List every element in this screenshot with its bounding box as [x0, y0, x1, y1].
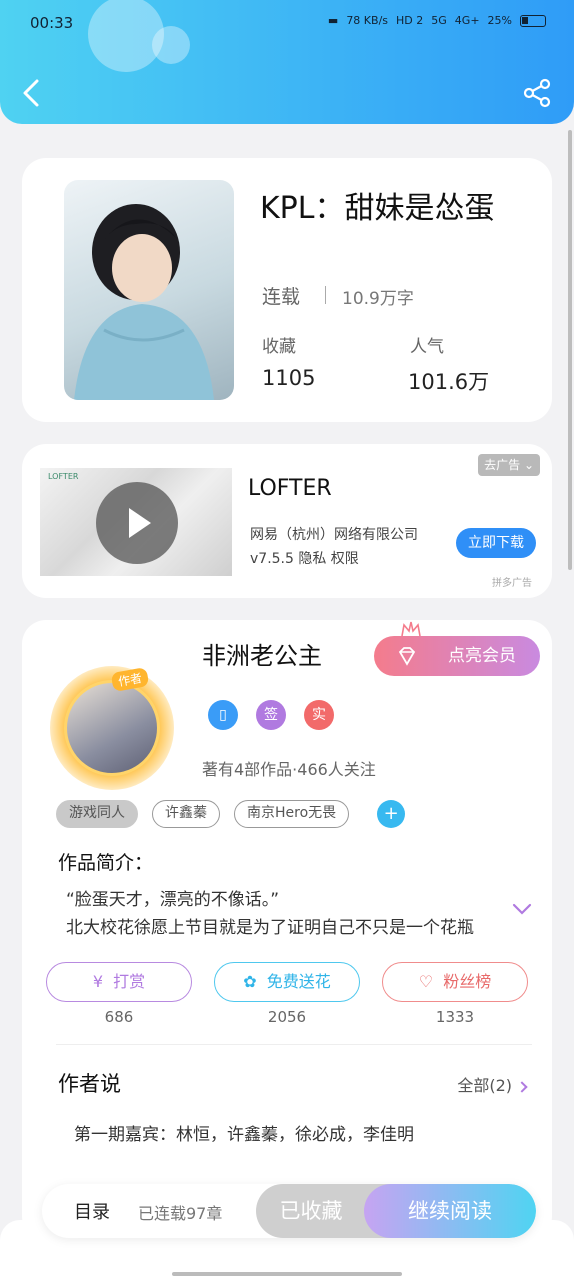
view-all-label: 全部(2) — [457, 1076, 512, 1095]
share-icon — [523, 78, 551, 108]
tag-item[interactable]: 许鑫蓁 — [152, 800, 220, 828]
reward-count: 686 — [104, 1008, 134, 1026]
download-button[interactable]: 立即下载 — [456, 528, 536, 558]
hd-indicator: HD 2 — [396, 14, 424, 27]
vip-button[interactable]: 点亮会员 — [374, 636, 540, 676]
intro-line: “脸蛋天才，漂亮的不像话。” — [66, 890, 280, 910]
view-all-link[interactable]: 全部(2) — [457, 1072, 528, 1096]
bottom-action-bar: 目录 已连载97章 已收藏 继续阅读 — [42, 1184, 536, 1238]
popularity-value: 101.6万 — [408, 370, 490, 394]
verified-badge[interactable]: 实 — [304, 700, 334, 730]
share-button[interactable] — [522, 78, 552, 108]
send-flower-button[interactable]: ✿ 免费送花 — [214, 962, 360, 1002]
collected-label: 已收藏 — [279, 1199, 343, 1223]
bed-icon: ▬ — [327, 14, 339, 27]
author-avatar — [64, 680, 160, 776]
fan-rank-label: 粉丝榜 — [443, 972, 492, 991]
ad-video-logo: LOFTER — [48, 472, 79, 481]
ad-title: LOFTER — [248, 476, 332, 501]
chevron-down-icon[interactable] — [512, 902, 532, 916]
divider — [56, 1044, 532, 1045]
remove-ad-label: 去广告 — [484, 458, 521, 472]
diamond-icon — [398, 647, 416, 666]
author-words-title: 作者说 — [58, 1072, 121, 1096]
book-title: KPL：甜妹是怂蛋 — [260, 191, 495, 226]
ad-tag: 拼多广告 — [492, 578, 532, 589]
author-info: 著有4部作品·466人关注 — [202, 760, 376, 779]
top-header: 00:33 ▬ 78 KB/s HD 2 5G 4G+ 25% — [0, 0, 574, 124]
vip-button-label: 点亮会员 — [448, 646, 516, 666]
intro-text[interactable]: “脸蛋天才，漂亮的不像话。” 北大校花徐愿上节目就是为了证明自己不只是一个花瓶 — [66, 886, 486, 942]
tag-item[interactable]: 南京Hero无畏 — [234, 800, 350, 828]
tag-item[interactable]: 游戏同人 — [56, 800, 138, 828]
divider — [325, 286, 326, 304]
intro-label: 作品简介： — [58, 852, 154, 874]
reward-label: 打赏 — [113, 972, 146, 991]
decor-bubble-small — [152, 26, 190, 64]
chevron-right-icon — [516, 1081, 528, 1093]
4g-indicator: 4G+ — [454, 14, 480, 27]
scrollbar[interactable] — [568, 130, 572, 570]
reward-button[interactable]: ¥ 打赏 — [46, 962, 192, 1002]
coin-icon: ¥ — [92, 972, 103, 991]
flower-icon: ✿ — [243, 972, 257, 991]
battery-percent: 25% — [487, 14, 512, 27]
add-tag-button[interactable]: + — [377, 800, 406, 828]
status-icons: ▬ 78 KB/s HD 2 5G 4G+ 25% — [328, 14, 546, 27]
fan-rank-button[interactable]: ♡ 粉丝榜 — [382, 962, 528, 1002]
ad-company: 网易（杭州）网络有限公司 — [250, 527, 418, 543]
chevron-down-icon: ⌄ — [523, 458, 534, 472]
author-card: 作者 非洲老公主 点亮会员 ▯ 签 实 著有4部作品·466人关注 游戏同人 许… — [22, 620, 552, 1240]
remove-ad-button[interactable]: 去广告 ⌄ — [478, 454, 540, 476]
play-icon[interactable] — [96, 482, 178, 564]
decor-bubble — [88, 0, 164, 72]
phone-badge-icon[interactable]: ▯ — [208, 700, 238, 730]
ad-video[interactable]: LOFTER — [40, 468, 232, 576]
book-cover[interactable] — [64, 180, 234, 400]
popularity-label: 人气 — [410, 337, 444, 357]
author-words-preview[interactable]: 第一期嘉宾：林恒，许鑫蓁，徐必成，李佳明 — [74, 1120, 474, 1145]
user-heart-icon: ♡ — [418, 972, 434, 991]
cover-illustration — [74, 204, 214, 400]
signed-badge[interactable]: 签 — [256, 700, 286, 730]
status-time: 00:33 — [30, 14, 74, 32]
book-info-card: KPL：甜妹是怂蛋 连载 10.9万字 收藏 1105 人气 101.6万 — [22, 158, 552, 422]
battery-icon — [520, 14, 546, 27]
book-status: 连载 — [262, 286, 301, 308]
author-avatar-frame[interactable]: 作者 — [50, 666, 174, 790]
ad-version[interactable]: v7.5.5 隐私 权限 — [250, 548, 359, 568]
author-tag: 作者 — [110, 667, 150, 692]
ad-card[interactable]: LOFTER LOFTER 网易（杭州）网络有限公司 v7.5.5 隐私 权限 … — [22, 444, 552, 598]
chapter-status[interactable]: 已连载97章 — [138, 1200, 222, 1224]
favorites-label: 收藏 — [262, 337, 296, 357]
5g-indicator: 5G — [431, 14, 447, 27]
author-name[interactable]: 非洲老公主 — [202, 636, 322, 671]
flower-count: 2056 — [267, 1008, 307, 1026]
author-badges: ▯ 签 实 — [208, 700, 334, 730]
favorites-value: 1105 — [262, 366, 316, 390]
intro-line: 北大校花徐愿上节目就是为了证明自己不只是一个花瓶 — [66, 918, 474, 938]
back-button[interactable] — [20, 78, 44, 108]
chevron-left-icon — [23, 79, 39, 107]
toc-button[interactable]: 目录 — [74, 1198, 110, 1224]
book-word-count: 10.9万字 — [342, 289, 414, 309]
send-flower-label: 免费送花 — [266, 972, 331, 991]
fan-count: 1333 — [435, 1008, 475, 1026]
home-indicator[interactable] — [172, 1272, 402, 1276]
continue-reading-button[interactable]: 继续阅读 — [364, 1184, 536, 1238]
tag-list: 游戏同人 许鑫蓁 南京Hero无畏 + — [56, 800, 406, 828]
network-speed: 78 KB/s — [346, 14, 389, 27]
